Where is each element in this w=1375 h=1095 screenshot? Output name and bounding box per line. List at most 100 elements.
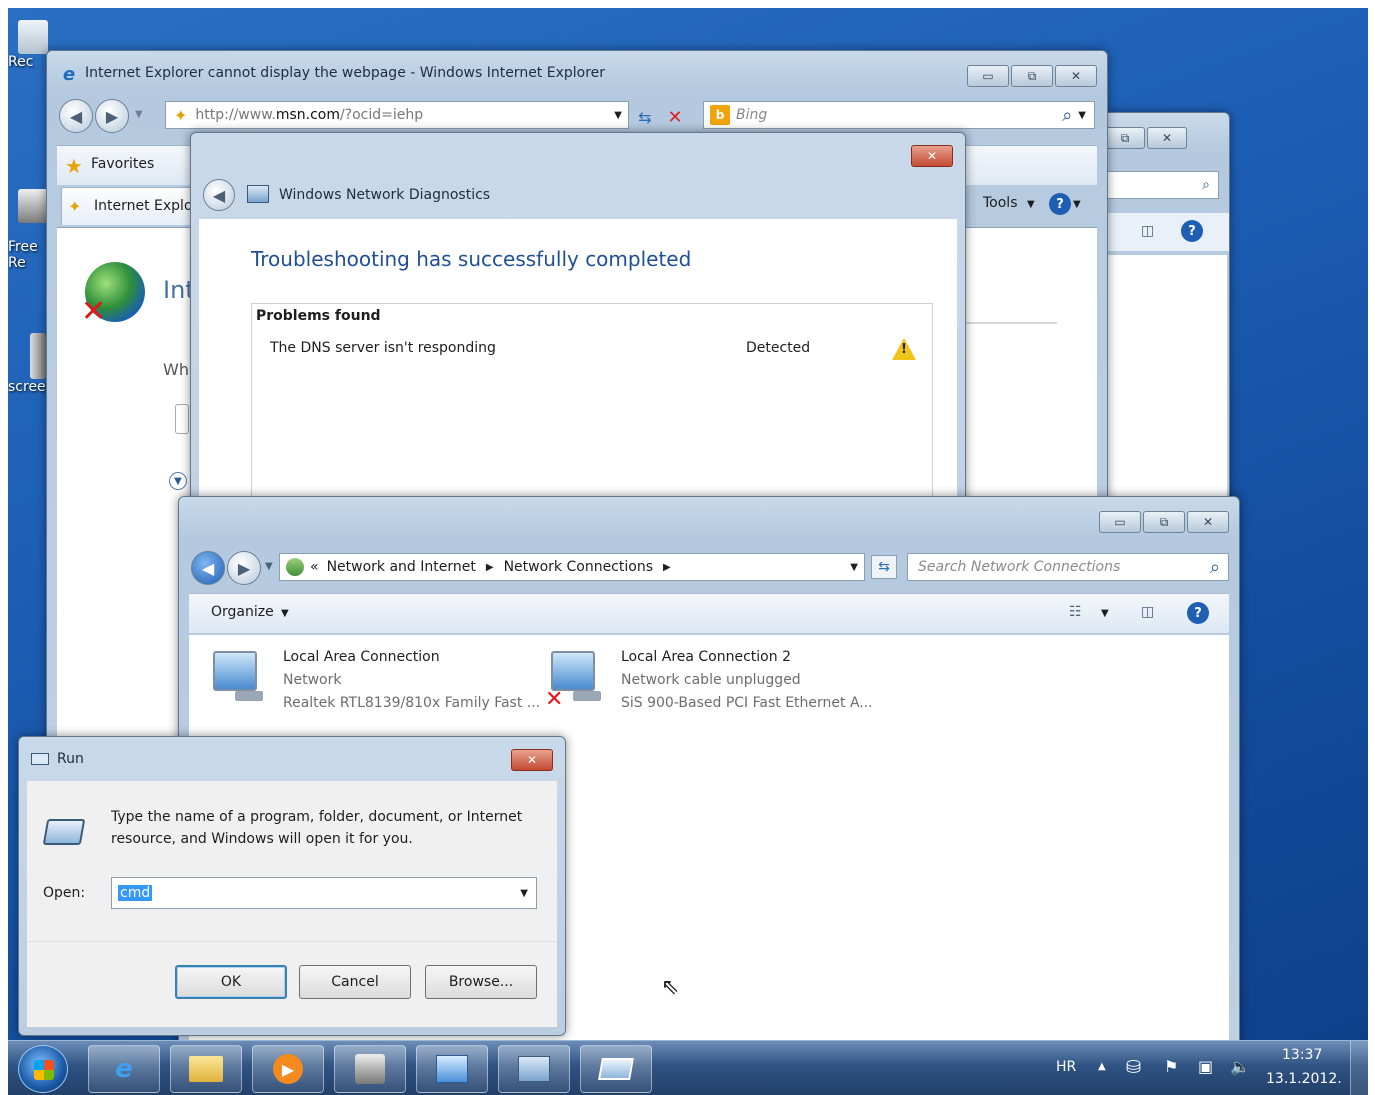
address-dropdown-icon[interactable]: ▼ [850,562,858,573]
search-icon[interactable]: ⌕ [1062,105,1072,126]
network-tray-icon[interactable]: ⛁ [1126,1057,1141,1078]
help-icon[interactable]: ? [1049,193,1071,215]
taskbar-control-panel[interactable] [416,1045,488,1093]
close-button[interactable]: ✕ [1147,127,1187,149]
search-icon[interactable]: ⌕ [1210,557,1220,578]
forward-button[interactable]: ▶ [95,99,129,133]
taskbar-recorder[interactable] [334,1045,406,1093]
recent-pages-icon[interactable]: ▼ [265,561,273,572]
close-button[interactable]: ✕ [911,145,953,167]
restore-button[interactable]: ⧉ [1105,127,1145,149]
command-bar: Organize ▼ ☷ ▼ ◫ ? [189,593,1229,633]
start-button[interactable] [18,1045,68,1093]
action-center-icon[interactable]: ⚑ [1164,1057,1178,1076]
clock-time[interactable]: 13:37 [1282,1047,1322,1063]
address-dropdown-icon[interactable]: ▼ [614,110,622,121]
network-adapter-icon [213,651,257,691]
stop-icon[interactable]: ✕ [663,105,687,129]
connection-name: Local Area Connection [283,649,440,665]
breadcrumb-overflow[interactable]: « [310,559,319,575]
page-layout-icon[interactable]: ◫ [1141,223,1154,239]
run-dialog[interactable]: Run ✕ Type the name of a program, folder… [18,736,566,1036]
recent-pages-icon[interactable]: ▼ [135,109,143,120]
view-dropdown-icon[interactable]: ▼ [1101,608,1109,619]
disconnected-x-icon: ✕ [545,687,564,712]
close-button[interactable]: ✕ [511,749,553,771]
connection-name: Local Area Connection 2 [621,649,791,665]
back-arrow-icon: ◀ [69,106,83,126]
help-icon[interactable]: ? [1187,602,1209,624]
close-button[interactable]: ✕ [1055,65,1097,87]
cancel-button[interactable]: Cancel [299,965,411,999]
back-button[interactable]: ◀ [203,179,235,211]
breadcrumb-item[interactable]: Network and Internet [327,559,476,575]
taskbar-internet-explorer[interactable]: e [88,1045,160,1093]
tools-menu[interactable]: Tools [983,195,1018,211]
back-button[interactable]: ◀ [191,551,225,585]
breadcrumb-separator-icon[interactable]: ▶ [663,562,671,573]
problems-header: Problems found [256,308,381,324]
organize-menu[interactable]: Organize [211,604,274,620]
maximize-button[interactable]: ⧉ [1011,65,1053,87]
control-panel-icon [436,1055,468,1083]
list-item[interactable]: ✕ Local Area Connection 2 Network cable … [545,647,905,712]
run-program-icon [42,819,86,845]
address-bar[interactable]: « Network and Internet ▶ Network Connect… [279,553,865,581]
network-diagnostics-icon [518,1056,550,1082]
search-box[interactable]: b Bing ⌕ ▼ [703,101,1095,129]
search-options-icon[interactable]: ▼ [1078,110,1086,121]
minimize-button[interactable]: ▭ [967,65,1009,87]
show-hidden-icons-icon[interactable]: ▲ [1098,1061,1106,1072]
caption-buttons: ▭ ⧉ ✕ [967,65,1097,87]
minimize-button[interactable]: ▭ [1099,511,1141,533]
open-dropdown-icon[interactable]: ▼ [520,888,528,899]
clock-date[interactable]: 13.1.2012. [1266,1071,1342,1087]
address-suffix: /?ocid=iehp [339,107,424,123]
breadcrumb-item[interactable]: Network Connections [504,559,653,575]
run-title-icon [31,753,49,765]
open-value[interactable]: cmd [118,885,153,901]
run-description-line-2: resource, and Windows will open it for y… [111,831,413,847]
open-label: Open: [43,885,86,901]
taskbar-run[interactable] [580,1045,652,1093]
back-button[interactable]: ◀ [59,99,93,133]
page-button[interactable] [175,404,189,434]
list-item[interactable]: Local Area Connection Network Realtek RT… [207,647,540,711]
preview-pane-icon[interactable]: ◫ [1141,604,1154,620]
open-combo[interactable]: cmd ▼ [111,877,537,909]
network-cable-icon [573,691,601,701]
show-desktop-button[interactable] [1350,1041,1368,1095]
ok-button[interactable]: OK [175,965,287,999]
taskbar-network-diagnostics[interactable] [498,1045,570,1093]
maximize-button[interactable]: ⧉ [1143,511,1185,533]
command-bar: Tools ▼ ? ▼ [977,187,1097,225]
refresh-icon[interactable]: ⇆ [633,105,657,129]
address-bar[interactable]: ✦ http://www. msn.com/?ocid=iehp ▼ [165,101,629,129]
forward-button[interactable]: ▶ [227,551,261,585]
bing-logo-icon: b [710,105,730,125]
run-program-icon [598,1058,634,1080]
taskbar-media-player[interactable]: ▶ [252,1045,324,1093]
help-icon[interactable]: ? [1181,220,1203,242]
breadcrumb-separator-icon[interactable]: ▶ [486,562,494,573]
connection-adapter: SiS 900-Based PCI Fast Ethernet A... [621,695,873,711]
language-indicator[interactable]: HR [1056,1059,1076,1075]
tab-internet-explorer[interactable]: ✦ Internet Explo [61,187,211,225]
close-button[interactable]: ✕ [1187,511,1229,533]
network-status-icon[interactable]: ▣ [1198,1057,1213,1076]
volume-muted-icon[interactable]: 🔈 [1230,1057,1250,1076]
taskbar-windows-explorer[interactable] [170,1045,242,1093]
search-box[interactable]: Search Network Connections ⌕ [907,553,1229,581]
connection-status: Network [283,672,342,688]
problem-name: The DNS server isn't responding [270,340,496,356]
browse-button[interactable]: Browse... [425,965,537,999]
tab-page-icon: ✦ [68,197,82,216]
dialog-title: Run [57,751,84,767]
search-box[interactable]: ⌕ [1099,171,1219,199]
expand-more-info-icon[interactable]: ▼ [169,472,187,490]
favorites-button[interactable]: Favorites [91,156,154,172]
change-view-icon[interactable]: ☷ [1069,604,1082,620]
recorder-icon [18,189,48,223]
refresh-icon[interactable]: ⇆ [871,555,897,579]
search-placeholder: Search Network Connections [918,559,1121,575]
